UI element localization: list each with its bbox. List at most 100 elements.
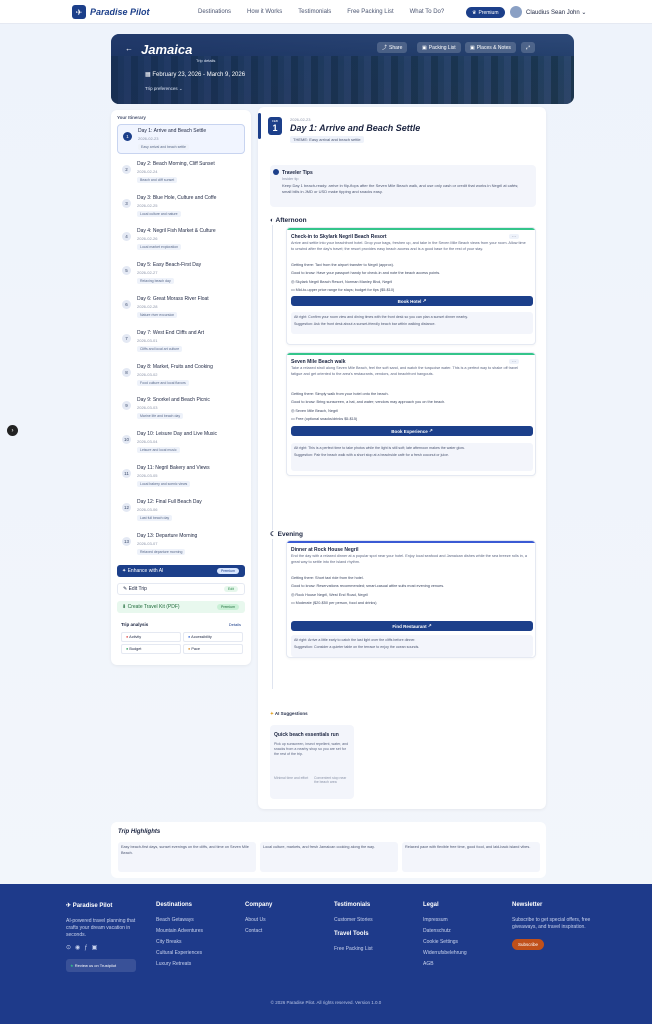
avatar[interactable] bbox=[510, 6, 522, 18]
day-calendar-badge: FEB 1 bbox=[268, 117, 282, 135]
sidebar-day-item[interactable]: 5 Day 5: Easy Beach-First Day 2026-02-27 Re… bbox=[117, 259, 245, 289]
day-item-tag: Food culture and local flavors bbox=[137, 379, 189, 386]
day-item-date: 2026-03-05 bbox=[137, 473, 158, 478]
packing-list-button[interactable]: ▣ Packing List bbox=[417, 42, 461, 53]
footer-link[interactable]: Datenschutz bbox=[423, 928, 467, 934]
card-options[interactable]: ⋯ bbox=[509, 359, 519, 364]
highlight-card: Local culture, markets, and fresh Jamaic… bbox=[260, 842, 398, 872]
day-number: 8 bbox=[122, 367, 131, 377]
sun-icon: ◐ bbox=[270, 217, 274, 224]
share-button[interactable]: ⤴ Share bbox=[377, 42, 408, 53]
footer-link[interactable]: AGB bbox=[423, 961, 467, 967]
nav-packing-list[interactable]: Free Packing List bbox=[347, 9, 393, 15]
book-experience-button[interactable]: Book Experience ↗ bbox=[291, 426, 533, 436]
day-number: 13 bbox=[122, 536, 131, 546]
sidebar-day-item[interactable]: 12 Day 12: Final Full Beach Day 2026-03-06… bbox=[117, 496, 245, 526]
day-item-date: 2026-03-03 bbox=[137, 405, 158, 411]
footer-link[interactable]: Cultural Experiences bbox=[156, 950, 203, 956]
day-number: 9 bbox=[122, 401, 131, 411]
trip-analysis-details[interactable]: Details bbox=[229, 622, 241, 627]
brand-name[interactable]: Paradise Pilot bbox=[90, 7, 150, 17]
nav-destinations[interactable]: Destinations bbox=[198, 9, 231, 15]
day-item-date: 2026-03-04 bbox=[137, 439, 158, 445]
card-options[interactable]: ⋯ bbox=[509, 234, 519, 239]
day-date: 2026-02-23 bbox=[290, 117, 311, 122]
sidebar-day-item[interactable]: 11 Day 11: Negril Bakery and Views 2026-03… bbox=[117, 462, 245, 492]
download-icon: ⬇ bbox=[122, 604, 127, 610]
day-item-title: Day 2: Beach Morning, Cliff Sunset bbox=[137, 160, 215, 167]
footer-brand: ✈ Paradise Pilot bbox=[66, 903, 113, 909]
cash-icon: ▭ bbox=[291, 288, 295, 292]
edit-trip-button[interactable]: ✎ Edit Trip Edit bbox=[117, 583, 245, 595]
sidebar-day-item[interactable]: 13 Day 13: Departure Morning 2026-03-07 Rel… bbox=[117, 530, 245, 560]
sidebar-day-item[interactable]: 10 Day 10: Leisure Day and Live Music 2026… bbox=[117, 428, 245, 458]
book-hotel-button[interactable]: Book Hotel ↗ bbox=[291, 296, 533, 306]
footer-link[interactable]: City Breaks bbox=[156, 939, 203, 945]
day-item-date: 2026-02-26 bbox=[137, 236, 158, 242]
footer-link[interactable]: Mountain Adventures bbox=[156, 928, 203, 934]
day-number: 3 bbox=[122, 198, 131, 208]
social-icons[interactable]: ⊙◉ƒ▣ bbox=[66, 944, 146, 951]
subscribe-button[interactable]: Subscribe bbox=[512, 939, 545, 950]
expand-icon[interactable]: ⤢ bbox=[521, 42, 536, 53]
day-number: 4 bbox=[122, 232, 131, 242]
day-item-title: Day 4: Negril Fish Market & Culture bbox=[137, 228, 216, 235]
day-item-date: 2026-02-23 bbox=[138, 136, 159, 141]
day-item-date: 2026-02-28 bbox=[137, 304, 158, 309]
sidebar-day-item[interactable]: 9 Day 9: Snorkel and Beach Picnic 2026-03-… bbox=[117, 394, 245, 424]
share-icon: ⤴ bbox=[382, 45, 388, 51]
logo-icon[interactable]: ✈ bbox=[72, 5, 86, 19]
sidebar-day-item[interactable]: 2 Day 2: Beach Morning, Cliff Sunset 2026-… bbox=[117, 158, 245, 188]
sidebar-day-item[interactable]: 3 Day 3: Blue Hole, Culture and Coffe 2026… bbox=[117, 192, 245, 222]
enhance-ai-button[interactable]: ✦ Enhance with AI Premium bbox=[117, 565, 245, 577]
footer-link[interactable]: Impressum bbox=[423, 917, 467, 923]
highlight-card: Easy beach-first days, sunset evenings o… bbox=[118, 842, 256, 872]
sidebar-day-item[interactable]: 4 Day 4: Negril Fish Market & Culture 2026… bbox=[117, 225, 245, 255]
collapse-toggle-icon[interactable]: › bbox=[7, 425, 18, 436]
day-item-title: Day 1: Arrive and Beach Settle bbox=[138, 128, 207, 134]
premium-button[interactable]: ♛ Premium bbox=[466, 7, 505, 18]
sidebar-day-item[interactable]: 8 Day 8: Market, Fruits and Cooking 2026-0… bbox=[117, 361, 245, 391]
footer-link[interactable]: Beach Getaways bbox=[156, 917, 203, 923]
accessibility-icon: ● bbox=[188, 635, 191, 639]
day-item-title: Day 10: Leisure Day and Live Music bbox=[137, 431, 218, 438]
activity-card[interactable]: Seven Mile Beach walk ⋯ Take a relaxed s… bbox=[286, 352, 536, 476]
info-icon bbox=[273, 169, 279, 175]
nav-testimonials[interactable]: Testimonials bbox=[298, 9, 331, 15]
analysis-budget: ● Budget bbox=[121, 644, 181, 654]
nav-how-it-works[interactable]: How it Works bbox=[247, 9, 282, 15]
places-notes-button[interactable]: ▣ Places & Notes bbox=[465, 42, 516, 53]
find-restaurant-button[interactable]: Find Restaurant ↗ bbox=[291, 621, 533, 631]
analysis-activity: ● Activity bbox=[121, 632, 181, 642]
footer-link[interactable]: About Us bbox=[245, 917, 272, 923]
moon-icon: ☾ bbox=[270, 531, 276, 538]
activity-card[interactable]: Check-in to Skylark Negril Beach Resort … bbox=[286, 227, 536, 345]
user-menu[interactable]: Claudius Sean John ⌄ bbox=[526, 9, 586, 16]
day-item-date: 2026-03-02 bbox=[137, 371, 158, 377]
travel-kit-button[interactable]: ⬇ Create Travel Kit (PDF) Premium bbox=[117, 601, 245, 613]
footer-link[interactable]: Widerrufsbelehrung bbox=[423, 950, 467, 956]
day-item-date: 2026-02-27 bbox=[137, 270, 158, 276]
day-item-tag: Local culture and nature bbox=[137, 210, 181, 217]
footer-link[interactable]: Free Packing List bbox=[334, 946, 373, 952]
afternoon-heading: ◐ Afternoon bbox=[270, 217, 307, 224]
back-arrow-icon[interactable]: ← bbox=[125, 44, 133, 53]
footer-link[interactable]: Luxury Retreats bbox=[156, 961, 203, 967]
sidebar-day-item[interactable]: 7 Day 7: West End Cliffs and Art 2026-03-0… bbox=[117, 327, 245, 357]
footer-link[interactable]: Contact bbox=[245, 928, 272, 934]
footer-link[interactable]: Customer Stories bbox=[334, 917, 373, 923]
activity-card[interactable]: Dinner at Rock House Negril End the day … bbox=[286, 540, 536, 658]
sidebar-day-item[interactable]: 6 Day 6: Great Morass River Float 2026-02-… bbox=[117, 293, 245, 323]
sidebar-day-item[interactable]: 1 Day 1: Arrive and Beach Settle 2026-02-2… bbox=[117, 124, 245, 154]
trip-analysis-heading: Trip analysis bbox=[121, 622, 149, 627]
footer-link[interactable]: Cookie Settings bbox=[423, 939, 467, 945]
day-item-date: 2026-02-24 bbox=[137, 168, 158, 174]
nav-what-to-do[interactable]: What To Do? bbox=[410, 9, 445, 15]
ai-suggestion-card[interactable]: Quick beach essentials run Pick up sunsc… bbox=[270, 725, 354, 799]
trustpilot-button[interactable]: ★ Review us on Trustpilot bbox=[66, 959, 136, 972]
nav-links: Destinations How it Works Testimonials F… bbox=[198, 9, 444, 15]
budget-icon: ● bbox=[126, 647, 129, 651]
day-item-tag: Nature river excursion bbox=[137, 312, 178, 318]
evening-heading: ☾ Evening bbox=[270, 531, 303, 538]
trip-preferences-toggle[interactable]: Trip preferences ⌄ bbox=[145, 86, 183, 92]
